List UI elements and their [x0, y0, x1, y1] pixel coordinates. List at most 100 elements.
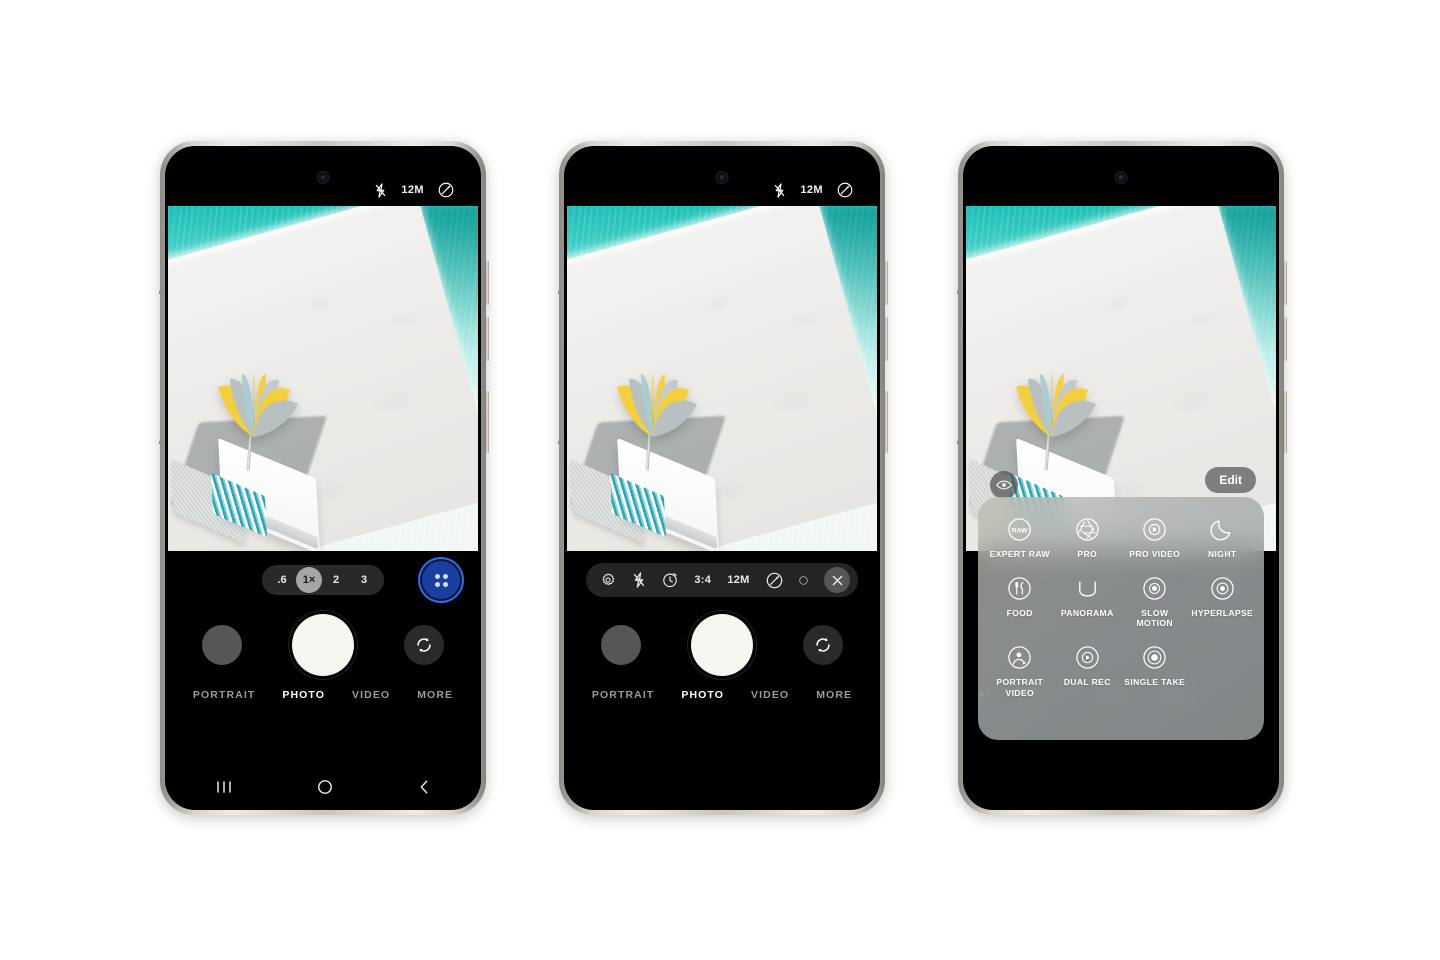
food-icon: [1007, 576, 1032, 601]
motion-photo-icon[interactable]: [837, 182, 853, 198]
flash-off-icon[interactable]: [773, 182, 786, 198]
shutter-row: [567, 611, 877, 679]
motion-photo-button[interactable]: [766, 572, 783, 589]
volume-up-button[interactable]: [486, 261, 489, 305]
more-mode-single-take[interactable]: SINGLE TAKE: [1121, 643, 1189, 700]
hyperlapse-icon: [1210, 576, 1235, 601]
viewfinder[interactable]: [168, 206, 478, 551]
mode-tab-video[interactable]: VIDEO: [751, 689, 789, 701]
top-bezel: 12M: [567, 149, 877, 206]
aspect-ratio-button[interactable]: 3:4: [694, 574, 711, 586]
shutter-button[interactable]: [292, 614, 354, 676]
camera-controls: 3:4 12M PORTRAIT PHOTO VIDEO MORE: [567, 551, 877, 807]
settings-button[interactable]: [600, 572, 616, 588]
more-mode-slow-motion[interactable]: SLOW MOTION: [1121, 574, 1189, 631]
motion-photo-icon[interactable]: [438, 182, 454, 198]
volume-down-button[interactable]: [486, 317, 489, 361]
more-mode-label: PRO VIDEO: [1129, 549, 1181, 559]
night-moon-icon: [1210, 517, 1235, 542]
more-mode-dual-rec[interactable]: DUAL REC: [1054, 643, 1122, 700]
more-mode-hyperlapse[interactable]: HYPERLAPSE: [1189, 574, 1257, 631]
more-mode-expert-raw[interactable]: RAW EXPERT RAW: [986, 515, 1054, 562]
more-mode-label: SLOW MOTION: [1136, 607, 1173, 629]
power-button[interactable]: [885, 391, 888, 453]
mode-tab-portrait[interactable]: PORTRAIT: [193, 689, 255, 701]
more-mode-pro-video[interactable]: PRO VIDEO: [1121, 515, 1189, 562]
resolution-label[interactable]: 12M: [401, 184, 424, 196]
zoom-option-0[interactable]: .6: [268, 568, 296, 592]
edit-modes-button[interactable]: Edit: [1205, 467, 1256, 493]
close-toolbar-button[interactable]: [824, 567, 850, 593]
svg-text:RAW: RAW: [1012, 528, 1028, 535]
gear-icon: [602, 573, 615, 585]
camera-controls: .6 1× 2 3 PORTRAIT PHOTO VIDEO MORE: [168, 551, 478, 807]
mode-tab-portrait[interactable]: PORTRAIT: [592, 689, 654, 701]
flash-button[interactable]: [632, 572, 646, 588]
pro-video-icon: [1142, 517, 1167, 542]
zoom-option-1[interactable]: 1×: [296, 567, 322, 593]
gallery-thumbnail[interactable]: [202, 625, 242, 665]
phone-3-screen: Edit RAW EXPERT RAW PRO PRO VIDEO NIGHT …: [966, 149, 1276, 807]
expert-raw-icon: RAW: [1007, 517, 1032, 542]
dual-rec-icon: [1075, 645, 1100, 670]
phone-1: 12M .6 1× 2 3 PORTRAIT PHOTO VIDEO MORE: [159, 141, 489, 815]
volume-down-button[interactable]: [885, 317, 888, 361]
recents-icon[interactable]: [215, 780, 233, 794]
volume-up-button[interactable]: [1284, 261, 1287, 305]
mode-tab-more[interactable]: MORE: [816, 689, 852, 701]
more-modes-panel: RAW EXPERT RAW PRO PRO VIDEO NIGHT FOOD …: [978, 497, 1264, 740]
resolution-button[interactable]: 12M: [727, 574, 749, 586]
scene-optimizer-icon: [434, 573, 448, 587]
power-button[interactable]: [486, 391, 489, 453]
flip-camera-button[interactable]: [803, 625, 843, 665]
preview-toggle-button[interactable]: [990, 471, 1018, 499]
front-camera-icon: [715, 171, 729, 184]
phone-2-screen: 12M 3:4 12M PORTRAIT PHOTO VIDEO MORE: [567, 149, 877, 807]
screenshot-stage: 12M .6 1× 2 3 PORTRAIT PHOTO VIDEO MORE …: [0, 0, 1440, 960]
mode-tab-photo[interactable]: PHOTO: [282, 689, 325, 701]
volume-up-button[interactable]: [885, 261, 888, 305]
phone-1-screen: 12M .6 1× 2 3 PORTRAIT PHOTO VIDEO MORE: [168, 149, 478, 807]
more-mode-pro[interactable]: PRO: [1054, 515, 1122, 562]
back-icon[interactable]: [417, 779, 431, 795]
android-nav-bar: [168, 779, 478, 795]
mode-tab-more[interactable]: MORE: [417, 689, 453, 701]
top-bezel: 12M: [168, 149, 478, 206]
timer-button[interactable]: [662, 572, 678, 588]
zoom-selector[interactable]: .6 1× 2 3: [262, 565, 384, 595]
single-take-icon: [1142, 645, 1167, 670]
mode-tabs: PORTRAIT PHOTO VIDEO MORE: [168, 689, 478, 701]
zoom-option-2[interactable]: 2: [322, 568, 350, 592]
more-options-partial-icon[interactable]: [799, 572, 808, 589]
flip-camera-button[interactable]: [404, 625, 444, 665]
beach-umbrella: [192, 371, 316, 443]
more-mode-portrait-video[interactable]: PORTRAIT VIDEO: [986, 643, 1054, 700]
more-mode-label: PORTRAIT VIDEO: [996, 677, 1044, 698]
power-button[interactable]: [1284, 391, 1287, 453]
eye-icon: [996, 480, 1012, 490]
more-mode-night[interactable]: NIGHT: [1189, 515, 1257, 562]
zoom-option-3[interactable]: 3: [350, 568, 378, 592]
more-mode-label: FOOD: [1006, 607, 1033, 618]
volume-down-button[interactable]: [1284, 317, 1287, 361]
mode-tab-photo[interactable]: PHOTO: [681, 689, 724, 701]
slow-motion-icon: [1142, 576, 1167, 601]
viewfinder[interactable]: [567, 206, 877, 551]
more-mode-label: PRO: [1077, 549, 1098, 559]
timer-icon: [663, 572, 678, 588]
shutter-button[interactable]: [691, 614, 753, 676]
mode-tab-video[interactable]: VIDEO: [352, 689, 390, 701]
gallery-thumbnail[interactable]: [601, 625, 641, 665]
more-mode-food[interactable]: FOOD: [986, 574, 1054, 631]
scene-optimizer-button[interactable]: [422, 561, 460, 599]
motion-photo-icon: [766, 572, 783, 588]
status-bar: 12M: [374, 182, 454, 198]
status-bar: 12M: [773, 182, 853, 198]
home-icon[interactable]: [317, 779, 333, 795]
flash-off-icon[interactable]: [374, 182, 387, 198]
more-mode-panorama[interactable]: PANORAMA: [1054, 574, 1122, 631]
beach-scene: [569, 367, 775, 551]
more-mode-label: HYPERLAPSE: [1191, 607, 1254, 618]
more-modes-overlay: Edit RAW EXPERT RAW PRO PRO VIDEO NIGHT …: [966, 149, 1276, 807]
resolution-label[interactable]: 12M: [800, 184, 823, 196]
